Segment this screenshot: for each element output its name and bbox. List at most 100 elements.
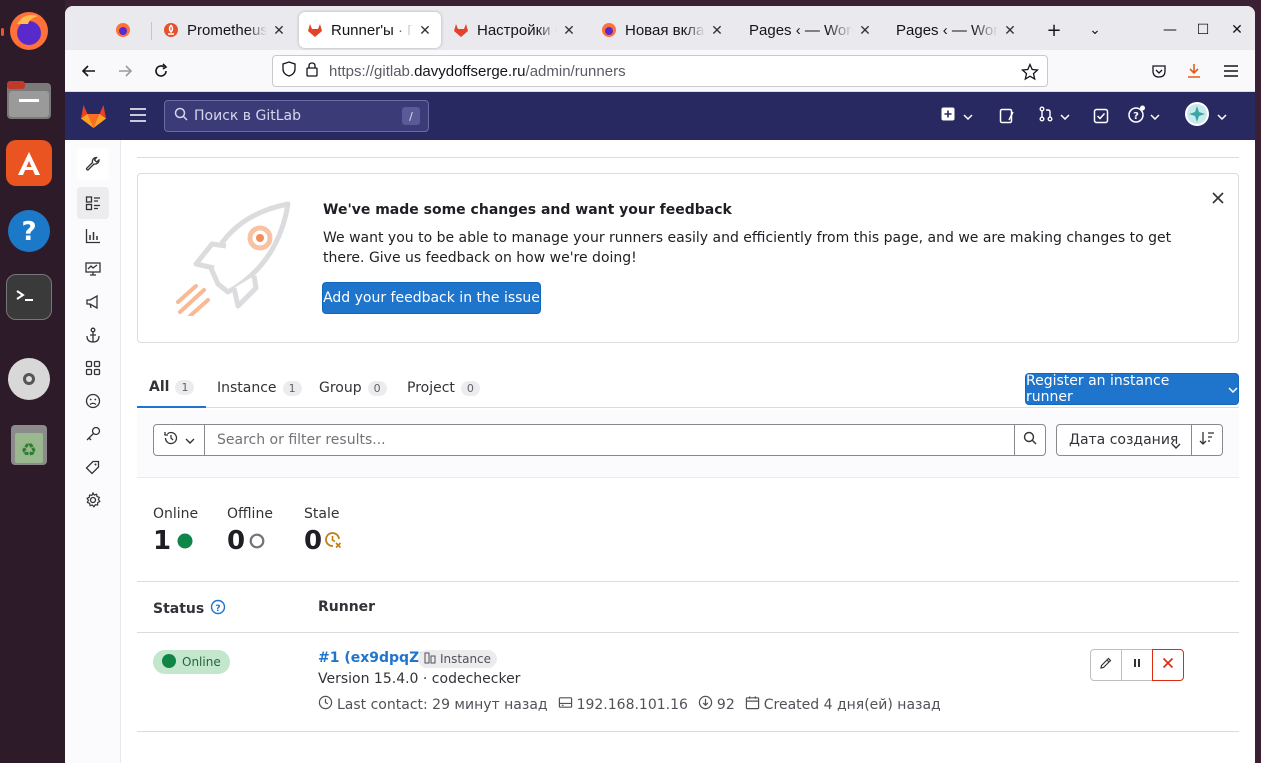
tab-project[interactable]: Project 0 [407,368,480,408]
sidebar-item-settings[interactable] [77,484,109,516]
tab-close-icon[interactable]: ✕ [857,22,873,39]
banner-title: We've made some changes and want your fe… [323,202,732,218]
runner-version: Version 15.4.0 · codechecker [318,671,521,687]
delete-runner-button[interactable] [1152,649,1184,681]
issues-icon[interactable] [999,104,1015,128]
tab-all[interactable]: All 1 [137,368,207,408]
pencil-icon [1099,656,1113,674]
help-dropdown[interactable]: ? [1128,104,1160,128]
user-menu-dropdown[interactable] [1185,102,1227,128]
app-center-icon[interactable] [6,140,52,186]
status-badge-label: Online [182,655,221,669]
created-at: Created 4 дня(ей) назад [763,696,941,713]
offline-status-icon [249,526,265,556]
forward-arrow-icon[interactable] [111,57,139,85]
tab-label: Group [319,380,362,396]
tab-title: Настройки CI/CD [477,21,557,39]
lock-icon[interactable] [305,61,319,81]
sidebar-item-applications[interactable] [77,352,109,384]
todos-icon[interactable] [1093,104,1109,128]
disc-icon[interactable] [6,356,52,402]
sort-dropdown[interactable]: Дата создания [1056,424,1192,456]
tab-close-icon[interactable]: ✕ [709,22,725,39]
svg-text:?: ? [1133,111,1139,122]
tab-close-icon[interactable]: ✕ [1002,22,1018,39]
online-status-icon [177,526,193,556]
tab-title: Prometheus Time Series [187,21,267,39]
close-icon[interactable] [1212,188,1224,209]
new-tab-button[interactable]: + [1040,16,1068,44]
tab-close-icon[interactable]: ✕ [561,22,577,39]
tab-prometheus[interactable]: Prometheus Time Series ✕ [155,12,295,48]
tab-close-icon[interactable]: ✕ [271,22,287,39]
create-new-dropdown[interactable] [941,104,973,128]
sidebar-item-monitoring[interactable] [77,253,109,285]
tab-count-badge: 1 [282,380,302,396]
merge-requests-dropdown[interactable] [1038,104,1070,128]
tab-new-tab[interactable]: Новая вкладка ✕ [593,12,733,48]
pause-runner-button[interactable] [1121,649,1153,681]
sort-label: Дата создания [1069,432,1179,448]
gitlab-logo-icon[interactable] [80,103,107,133]
stat-label: Offline [227,506,273,522]
tab-group[interactable]: Group 0 [319,368,387,408]
tab-instance[interactable]: Instance 1 [217,368,302,408]
tab-runners[interactable]: Runner'ы · Панель администратора ✕ [299,12,441,48]
minimize-icon[interactable]: — [1156,16,1184,44]
reload-icon[interactable] [147,57,175,85]
help-icon[interactable]: ? [6,208,52,254]
recent-searches-dropdown[interactable] [153,424,205,456]
edit-runner-button[interactable] [1090,649,1122,681]
sidebar-item-overview[interactable] [77,187,109,219]
sidebar-item-analytics[interactable] [77,220,109,252]
url-bar[interactable]: https://gitlab. davydoffserge.ru/admin/ru… [272,55,1048,87]
bookmark-star-icon[interactable] [1020,62,1040,85]
tab-title: Runner'ы · Панель администратора [331,21,413,39]
tab-firefox-view[interactable] [107,12,147,48]
admin-wrench-icon[interactable] [77,148,109,180]
downloads-icon[interactable] [1180,57,1208,85]
sidebar-item-deploy-keys[interactable] [77,418,109,450]
chevron-down-icon [1217,108,1227,124]
trash-icon[interactable]: ♻ [6,422,52,468]
chevron-down-icon [185,432,195,448]
hamburger-menu-icon[interactable] [129,107,147,127]
close-window-icon[interactable]: ✕ [1223,16,1251,44]
column-status-label: Status [153,601,205,617]
list-tabs-chevron-icon[interactable]: ⌄ [1081,16,1109,44]
filter-search-input[interactable]: Search or filter results... [204,424,1015,456]
pocket-icon[interactable] [1145,57,1173,85]
history-icon [163,430,179,450]
tab-cicd-settings[interactable]: Настройки CI/CD ✕ [445,12,585,48]
maximize-icon[interactable]: ☐ [1189,16,1217,44]
back-arrow-icon[interactable] [75,57,103,85]
tab-close-icon[interactable]: ✕ [417,22,433,39]
tab-wordpress-pages[interactable]: Pages ‹ — WordPress ✕ [741,12,881,48]
table-divider [137,632,1239,633]
tab-count-badge: 0 [460,380,480,396]
runner-ip: 192.168.101.16 [576,696,688,713]
table-divider [137,731,1239,732]
online-status-icon [162,653,176,671]
terminal-icon[interactable] [6,274,52,320]
question-circle-icon[interactable]: ? [210,599,226,619]
pause-icon [1131,657,1143,673]
shield-icon[interactable] [281,61,297,81]
sort-direction-button[interactable] [1191,424,1223,456]
sidebar-item-abuse-reports[interactable] [77,385,109,417]
tab-wordpress-pages-2[interactable]: Pages ‹ — WordPress ✕ [888,12,1026,48]
register-runner-button[interactable]: Register an instance runner [1025,373,1239,405]
gitlab-search-box[interactable]: Поиск в GitLab / [164,100,429,132]
files-launcher-icon[interactable] [6,78,52,124]
feedback-issue-button[interactable]: Add your feedback in the issue [322,282,541,314]
tab-separator [151,22,152,40]
url-domain: davydoffserge.ru [414,62,526,80]
sidebar-item-messages[interactable] [77,286,109,318]
sidebar-item-hooks[interactable] [77,319,109,351]
sidebar-item-labels[interactable] [77,451,109,483]
firefox-launcher-icon[interactable] [6,8,52,54]
menu-hamburger-icon[interactable] [1217,57,1245,85]
stat-label: Online [153,506,199,522]
navigation-bar: https://gitlab. davydoffserge.ru/admin/ru… [65,50,1255,92]
search-submit-button[interactable] [1014,424,1046,456]
